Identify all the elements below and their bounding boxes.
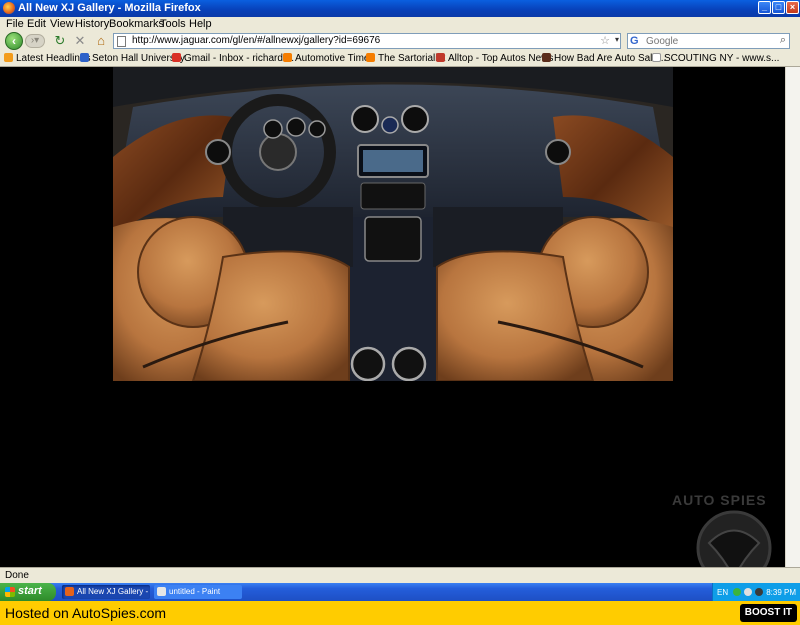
search-bar[interactable]: G ⌕ [627, 33, 790, 49]
bookmark-sartorialist[interactable]: The Sartorialist [366, 53, 445, 64]
boost-it-button[interactable]: BOOST IT [739, 604, 797, 622]
windows-taskbar: start All New XJ Gallery - M... untitled… [0, 583, 800, 601]
back-icon[interactable]: ‹ [5, 32, 23, 50]
forward-icon[interactable]: ›▾ [25, 34, 45, 48]
bookmark-scouting-ny[interactable]: SCOUTING NY - www.s... [652, 53, 779, 64]
watermark-text: AUTO SPIES [672, 492, 767, 508]
status-text: Done [5, 570, 29, 581]
menu-edit[interactable]: Edit [27, 18, 46, 30]
stop-icon[interactable]: ✕ [72, 33, 88, 49]
bookmark-favicon-icon [80, 53, 89, 62]
minimize-button[interactable]: _ [758, 1, 771, 14]
car-interior-photo [113, 67, 673, 381]
address-bar[interactable]: http://www.jaguar.com/gl/en/#/allnewxj/g… [113, 33, 621, 49]
menu-tools[interactable]: Tools [160, 18, 186, 30]
menu-bookmarks[interactable]: Bookmarks [109, 18, 164, 30]
menu-view[interactable]: View [50, 18, 74, 30]
windows-logo-icon [5, 587, 15, 597]
tray-app-icon[interactable] [755, 588, 763, 596]
search-icon[interactable]: ⌕ [780, 34, 786, 47]
hosted-banner: Hosted on AutoSpies.com BOOST IT [0, 601, 800, 625]
gmail-icon [172, 53, 181, 62]
page-content [3, 67, 785, 567]
search-engine-icon[interactable]: G [630, 35, 639, 47]
hosted-text[interactable]: Hosted on AutoSpies.com [5, 605, 166, 621]
menu-file[interactable]: File [6, 18, 24, 30]
address-url[interactable]: http://www.jaguar.com/gl/en/#/allnewxj/g… [132, 35, 380, 46]
taskbar-item-firefox[interactable]: All New XJ Gallery - M... [62, 585, 150, 599]
title-bar: All New XJ Gallery - Mozilla Firefox _ □… [0, 0, 800, 17]
bookmarks-toolbar: Latest Headlines Seton Hall University G… [0, 51, 800, 67]
system-tray: EN 8:39 PM [712, 583, 800, 601]
chevron-down-icon[interactable]: ▾ [615, 35, 619, 44]
status-bar: Done [0, 567, 800, 583]
page-icon [117, 36, 126, 47]
bookmark-auto-sales[interactable]: How Bad Are Auto Sale... [542, 53, 666, 64]
search-input[interactable] [646, 35, 771, 47]
start-label: start [18, 585, 42, 597]
language-indicator[interactable]: EN [717, 588, 728, 597]
firefox-logo-icon [3, 2, 15, 14]
bookmark-gmail[interactable]: Gmail - Inbox - richard.... [172, 53, 294, 64]
bookmark-automotive-times[interactable]: Automotive Times [283, 53, 374, 64]
window-title: All New XJ Gallery - Mozilla Firefox [18, 2, 201, 14]
clock: 8:39 PM [766, 588, 796, 597]
paint-icon [157, 587, 166, 596]
gallery-image-jaguar-xj-interior[interactable] [113, 67, 673, 381]
volume-icon[interactable] [744, 588, 752, 596]
network-icon[interactable] [733, 588, 741, 596]
alltop-icon [436, 53, 445, 62]
screenshot: All New XJ Gallery - Mozilla Firefox _ □… [0, 0, 800, 625]
close-button[interactable]: × [786, 1, 799, 14]
bookmark-favicon-icon [542, 53, 551, 62]
home-icon[interactable]: ⌂ [93, 33, 109, 49]
start-button[interactable]: start [0, 583, 56, 601]
menu-help[interactable]: Help [189, 18, 212, 30]
page-icon [652, 53, 661, 62]
taskbar-item-paint[interactable]: untitled - Paint [154, 585, 242, 599]
star-icon[interactable]: ☆ [600, 34, 610, 47]
rss-icon [4, 53, 13, 62]
bookmark-latest-headlines[interactable]: Latest Headlines [4, 53, 91, 64]
maximize-button[interactable]: □ [772, 1, 785, 14]
blogger-icon [283, 53, 292, 62]
reload-icon[interactable]: ↻ [52, 33, 68, 49]
menu-history[interactable]: History [75, 18, 109, 30]
menu-bar: File Edit View History Bookmarks Tools H… [0, 17, 800, 31]
firefox-icon [65, 587, 74, 596]
bookmark-alltop[interactable]: Alltop - Top Autos News [436, 53, 553, 64]
bookmark-seton-hall[interactable]: Seton Hall University [80, 53, 185, 64]
blogger-icon [366, 53, 375, 62]
navigation-toolbar: ‹ ›▾ ↻ ✕ ⌂ http://www.jaguar.com/gl/en/#… [0, 31, 800, 51]
